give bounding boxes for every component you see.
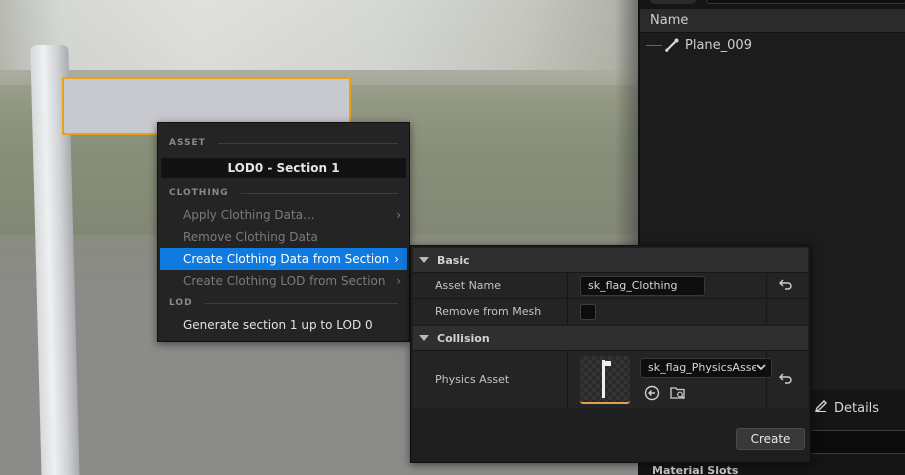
column-header-name[interactable]: Name: [640, 9, 905, 33]
category-collision-label: Collision: [437, 331, 490, 345]
chevron-down-icon: [419, 335, 429, 341]
chevron-down-icon: [756, 361, 766, 374]
section-asset-label: ASSET: [169, 138, 206, 148]
menu-item-label: Create Clothing LOD from Section: [183, 274, 386, 288]
tab-details[interactable]: Details: [808, 396, 885, 420]
menu-item-label: Apply Clothing Data...: [183, 208, 315, 222]
asset-title: LOD0 - Section 1: [161, 158, 406, 178]
property-remove-from-mesh: Remove from Mesh: [413, 298, 808, 324]
details-search-input[interactable]: [810, 430, 905, 454]
section-context-menu: ASSET LOD0 - Section 1 CLOTHING Apply Cl…: [157, 122, 410, 342]
section-header-clothing: CLOTHING: [158, 182, 409, 204]
section-clothing-label: CLOTHING: [169, 188, 229, 198]
remove-from-mesh-checkbox[interactable]: [580, 303, 596, 320]
category-basic[interactable]: Basic: [413, 248, 808, 272]
reset-cell: [766, 299, 804, 324]
menu-item-create-clothing-data-from-section[interactable]: Create Clothing Data from Section ›: [160, 248, 407, 270]
tree-row-label: Plane_009: [685, 37, 752, 53]
use-selected-asset-icon[interactable]: [643, 384, 661, 402]
asset-name-label: Asset Name: [435, 279, 502, 292]
pencil-icon: [814, 399, 828, 417]
chevron-right-icon: ›: [394, 252, 399, 266]
thumbnail-flag: [604, 360, 611, 366]
search-bar[interactable]: [706, 0, 905, 4]
tree-row-plane-009[interactable]: Plane_009: [640, 33, 905, 57]
menu-item-apply-clothing-data[interactable]: Apply Clothing Data... ›: [158, 204, 409, 226]
background-wall: [0, 0, 640, 70]
divider: [204, 302, 398, 304]
reset-arrow-icon: [778, 278, 793, 293]
physics-asset-value-cell: sk_flag_PhysicsAsset: [567, 351, 772, 408]
menu-item-label: Create Clothing Data from Section: [183, 252, 390, 266]
panel-top-bar: [640, 0, 905, 9]
menu-item-create-clothing-lod-from-section[interactable]: Create Clothing LOD from Section ›: [158, 270, 409, 292]
category-collision[interactable]: Collision: [413, 326, 808, 350]
tab-details-label: Details: [834, 400, 880, 416]
chevron-down-icon: [419, 257, 429, 263]
menu-item-generate-section-lod[interactable]: Generate section 1 up to LOD 0: [158, 314, 409, 336]
menu-item-label: Generate section 1 up to LOD 0: [183, 318, 373, 332]
reset-to-default-button[interactable]: [766, 351, 804, 408]
reset-to-default-button[interactable]: [766, 273, 804, 298]
tree-connector: [646, 44, 662, 46]
physics-asset-value: sk_flag_PhysicsAsset: [648, 361, 756, 374]
remove-from-mesh-value-cell: [567, 299, 772, 324]
property-asset-name: Asset Name sk_flag_Clothing: [413, 272, 808, 298]
section-lod-label: LOD: [169, 298, 193, 308]
category-material-slots[interactable]: Material Slots: [652, 464, 738, 475]
asset-name-value-cell: sk_flag_Clothing: [567, 273, 772, 298]
reset-arrow-icon: [778, 372, 793, 387]
create-clothing-panel: Basic Asset Name sk_flag_Clothing Remove…: [410, 245, 811, 463]
remove-from-mesh-label: Remove from Mesh: [435, 305, 542, 318]
category-basic-label: Basic: [437, 253, 470, 267]
browse-asset-icon[interactable]: [669, 384, 687, 402]
physics-asset-actions: [640, 384, 772, 402]
chevron-right-icon: ›: [396, 274, 401, 288]
physics-asset-thumbnail[interactable]: [580, 355, 630, 404]
bone-icon: [664, 37, 680, 53]
menu-item-remove-clothing-data[interactable]: Remove Clothing Data: [158, 226, 409, 248]
physics-asset-controls: sk_flag_PhysicsAsset: [640, 357, 772, 402]
section-header-lod: LOD: [158, 292, 409, 314]
divider: [217, 142, 398, 144]
asset-name-input[interactable]: sk_flag_Clothing: [580, 275, 705, 296]
property-physics-asset: Physics Asset sk_flag_PhysicsAsset: [413, 350, 808, 408]
menu-item-label: Remove Clothing Data: [183, 230, 318, 244]
section-header-asset: ASSET: [158, 132, 409, 154]
panel-footer: Create: [413, 424, 808, 462]
panel-toolbar-button[interactable]: [650, 0, 696, 4]
physics-asset-label: Physics Asset: [435, 373, 510, 386]
create-button[interactable]: Create: [736, 428, 805, 450]
chevron-right-icon: ›: [396, 208, 401, 222]
divider: [240, 192, 398, 194]
physics-asset-dropdown[interactable]: sk_flag_PhysicsAsset: [640, 357, 772, 378]
